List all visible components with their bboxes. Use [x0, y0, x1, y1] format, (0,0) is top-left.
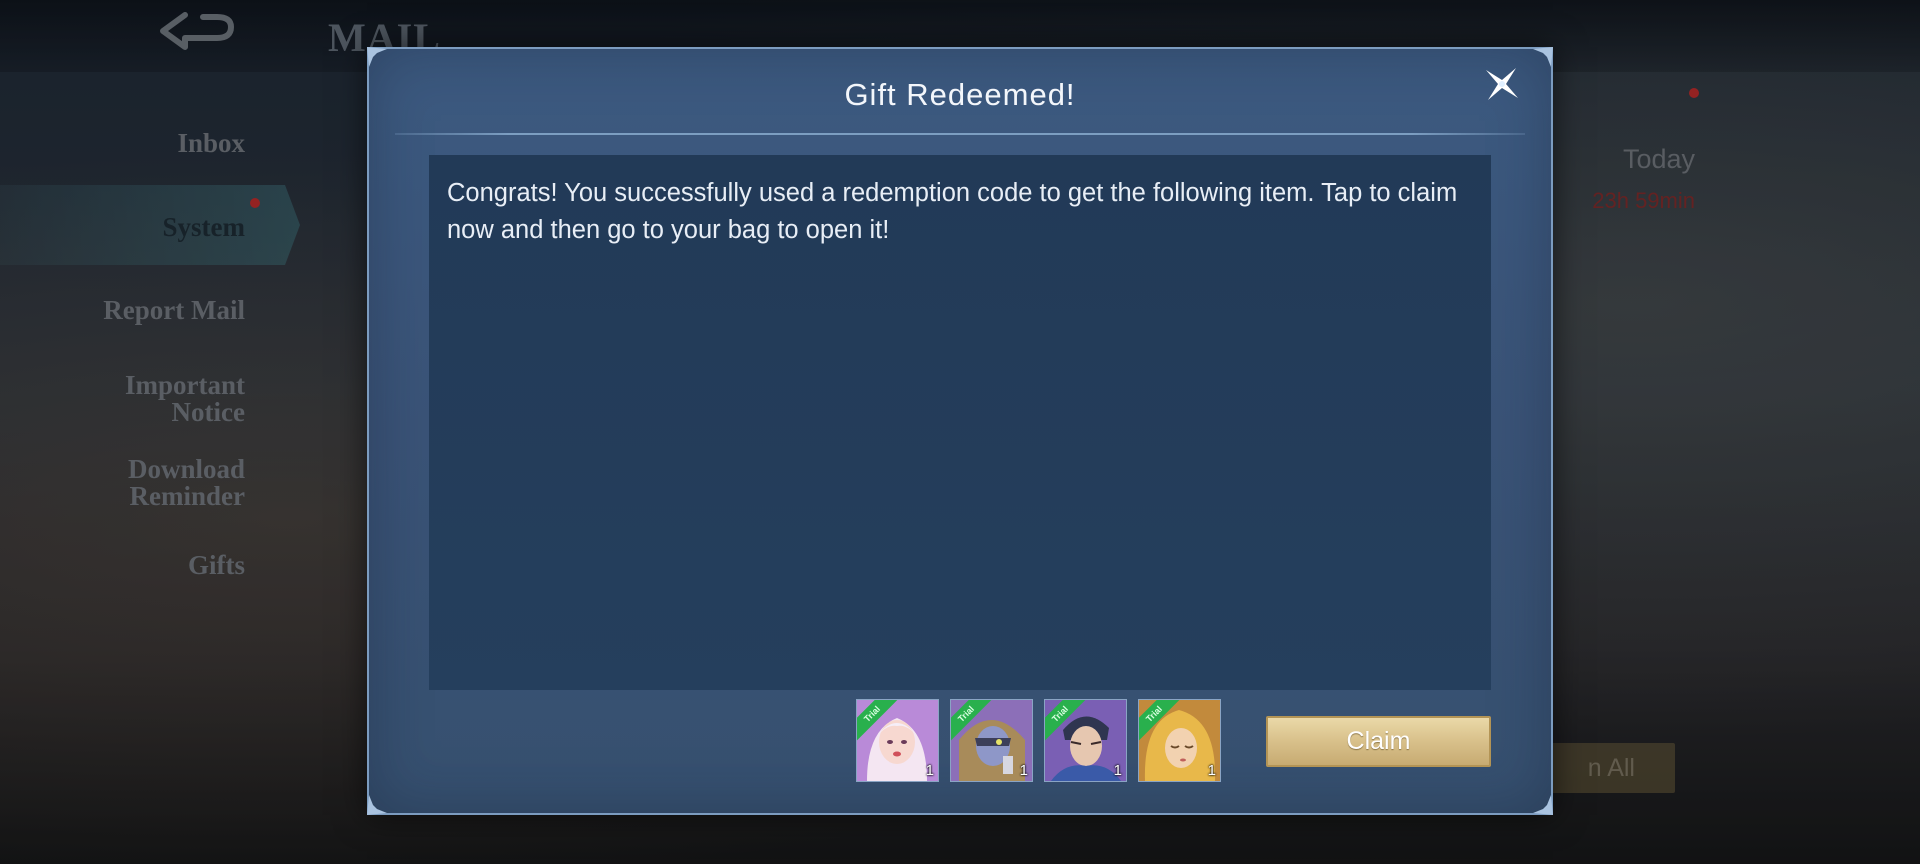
item-quantity: 1: [925, 762, 934, 779]
claim-button[interactable]: Claim: [1266, 716, 1491, 767]
reward-item[interactable]: Trial 1: [856, 699, 939, 782]
close-icon: [1482, 64, 1522, 109]
message-panel: Congrats! You successfully used a redemp…: [429, 155, 1491, 690]
corner-ornament: [1529, 791, 1555, 817]
message-text: Congrats! You successfully used a redemp…: [447, 179, 1458, 244]
item-quantity: 1: [1019, 762, 1028, 779]
reward-item[interactable]: Trial 1: [1138, 699, 1221, 782]
reward-item[interactable]: Trial 1: [950, 699, 1033, 782]
reward-items: Trial 1 Trial 1 Trial 1 Trial 1: [856, 699, 1221, 783]
item-quantity: 1: [1207, 762, 1216, 779]
corner-ornament: [1529, 45, 1555, 71]
corner-ornament: [365, 45, 391, 71]
close-button[interactable]: [1479, 63, 1525, 109]
item-quantity: 1: [1113, 762, 1122, 779]
gift-redeemed-dialog: Gift Redeemed! Congrats! You successfull…: [367, 47, 1553, 815]
dialog-title: Gift Redeemed!: [844, 77, 1076, 112]
reward-item[interactable]: Trial 1: [1044, 699, 1127, 782]
title-divider: [395, 133, 1525, 135]
corner-ornament: [365, 791, 391, 817]
